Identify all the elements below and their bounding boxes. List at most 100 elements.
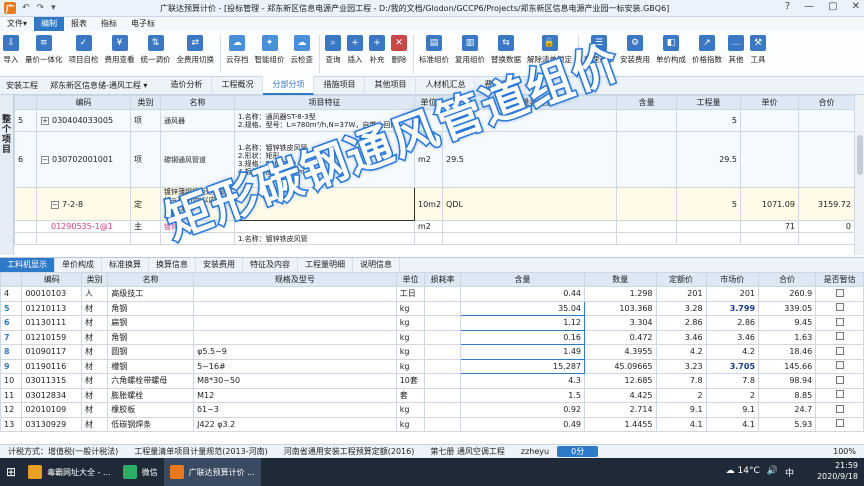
provisional-checkbox[interactable] — [835, 419, 844, 428]
cell-content[interactable]: 4.3 — [460, 373, 585, 389]
cell-market[interactable]: 3.705 — [705, 358, 760, 374]
cell-content[interactable]: 0.92 — [460, 402, 585, 418]
ribbon-button-20[interactable]: ↗ 价格指数 — [692, 35, 722, 65]
taskbar-app-1[interactable]: 微信 — [117, 458, 164, 486]
resource-header-1[interactable]: 编码 — [21, 272, 83, 287]
resource-header-7[interactable]: 含量 — [460, 272, 585, 287]
provisional-checkbox[interactable] — [835, 317, 844, 326]
taskbar-app-0[interactable]: 毒霸网址大全 - ... — [22, 458, 117, 486]
resource-row[interactable]: 11 03012834 材膨胀螺栓 M12 套 1.5 4.425 2 2 8.85 — [0, 387, 864, 403]
resource-row[interactable]: 12 02010109 材橡胶板 δ1~3 kg 0.92 2.714 9.1 9.1 24.7 — [0, 402, 864, 418]
resource-header-10[interactable]: 市场价 — [705, 272, 760, 287]
resource-header-2[interactable]: 类别 — [81, 272, 109, 287]
cell-market[interactable]: 3.799 — [705, 300, 760, 316]
cell-content[interactable]: 0.16 — [460, 329, 585, 345]
cell-market[interactable]: 3.46 — [705, 329, 760, 345]
ribbon-button-7[interactable]: ✦ 智能组价 — [255, 35, 285, 65]
cell-qty[interactable]: 4.425 — [584, 387, 657, 403]
provisional-checkbox[interactable] — [835, 288, 844, 297]
detail-tab-5[interactable]: 特征及内容 — [243, 258, 298, 272]
provisional-checkbox[interactable] — [835, 346, 844, 355]
menu-item-2[interactable]: 报表 — [64, 17, 94, 31]
ribbon-button-21[interactable]: … 其他 — [728, 35, 744, 65]
scrollbar-thumb[interactable] — [857, 135, 863, 175]
table-row[interactable]: 01290535-1@1 主镀锌钢板 m2 71 0 — [14, 220, 854, 233]
help-icon[interactable]: ? — [785, 1, 790, 12]
maximize-button[interactable]: ▢ — [828, 1, 837, 12]
ribbon-button-1[interactable]: ≡ 量价一体化 — [25, 35, 63, 65]
ribbon-button-11[interactable]: + 补充 — [369, 35, 385, 65]
cell-qty[interactable]: 3.304 — [584, 315, 657, 331]
cell-expr[interactable] — [442, 220, 617, 233]
menu-item-0[interactable]: 文件▾ — [0, 17, 34, 31]
menu-item-3[interactable]: 指标 — [94, 17, 124, 31]
ribbon-button-0[interactable]: ⇩ 导入 — [3, 35, 19, 65]
resource-row[interactable]: 6 01130111 材扁钢 kg 1.12 3.304 2.86 2.86 9.45 — [0, 315, 864, 331]
expand-toggle-icon[interactable]: − — [51, 200, 59, 209]
undo-icon[interactable]: ↶ — [22, 3, 30, 13]
cell-content[interactable]: 15.287 — [460, 358, 585, 374]
cell-content[interactable]: 0.44 — [460, 286, 585, 302]
score-badge[interactable]: 0分 — [557, 446, 599, 457]
tab-2[interactable]: 分部分项 — [263, 76, 315, 95]
zoom-level[interactable]: 100% — [825, 447, 864, 456]
detail-tab-1[interactable]: 单价构成 — [55, 258, 102, 272]
cell-qty[interactable]: 4.3955 — [584, 344, 657, 360]
cell-market[interactable]: 4.2 — [705, 344, 760, 360]
top-header-3[interactable]: 名称 — [160, 95, 235, 110]
cell-qty[interactable]: 1.4455 — [584, 416, 657, 432]
cell-market[interactable]: 9.1 — [705, 402, 760, 418]
resource-row[interactable]: 10 03011315 材六角螺栓带螺母 M8*30~50 10套 4.3 12.685 7.… — [0, 373, 864, 389]
ribbon-button-4[interactable]: ⇅ 统一调价 — [141, 35, 171, 65]
cell-content[interactable]: 1.12 — [460, 315, 585, 331]
detail-tab-7[interactable]: 说明信息 — [353, 258, 400, 272]
quick-access-dropdown-icon[interactable]: ▾ — [51, 3, 56, 13]
menu-item-4[interactable]: 电子标 — [124, 17, 162, 31]
resource-row[interactable]: 8 01090117 材圆钢 φ5.5~9 kg 1.49 4.3955 4.2 4.2 18.4… — [0, 344, 864, 360]
cell-content[interactable]: 0.49 — [460, 416, 585, 432]
top-header-1[interactable]: 编码 — [36, 95, 131, 110]
ribbon-button-22[interactable]: ⚒ 工具 — [750, 35, 766, 65]
detail-tab-6[interactable]: 工程量明细 — [298, 258, 353, 272]
resource-header-5[interactable]: 单位 — [395, 272, 426, 287]
cell-market[interactable]: 4.1 — [705, 416, 760, 432]
cell-content[interactable]: 1.5 — [460, 387, 585, 403]
resource-row[interactable]: 13 03130929 材低碳钢焊条 J422 φ3.2 kg 0.49 1.4455 4.1… — [0, 416, 864, 432]
resource-header-0[interactable] — [0, 272, 23, 287]
top-header-9[interactable]: 单价 — [740, 95, 799, 110]
tab-3[interactable]: 措施项目 — [314, 76, 366, 95]
tab-0[interactable]: 造价分析 — [161, 76, 213, 95]
resource-header-4[interactable]: 规格及型号 — [193, 272, 397, 287]
cell-expr[interactable] — [442, 232, 617, 245]
table-row[interactable]: −7-2-8 定镀锌薄钢板矩形风管(δ=1.2mm以内咬口)长边长≤1000mm 1… — [14, 187, 854, 221]
ribbon-button-13[interactable]: ▤ 标准组价 — [419, 35, 449, 65]
cell-qty[interactable]: 0.472 — [584, 329, 657, 345]
ribbon-button-18[interactable]: ⚙ 安装费用 — [620, 35, 650, 65]
close-button[interactable]: ✕ — [852, 1, 860, 12]
detail-tab-0[interactable]: 工料机显示 — [0, 258, 55, 272]
ribbon-button-6[interactable]: ☁ 云存档 — [226, 35, 249, 65]
cell-expr[interactable]: QDL — [442, 187, 617, 221]
start-button[interactable]: ⊞ — [0, 458, 22, 486]
ribbon-button-3[interactable]: ¥ 费用查看 — [105, 35, 135, 65]
ribbon-button-10[interactable]: + 插入 — [347, 35, 363, 65]
detail-tab-2[interactable]: 标准换算 — [102, 258, 149, 272]
top-header-7[interactable]: 含量 — [616, 95, 677, 110]
resource-row[interactable]: 4 00010103 人高级技工 工日 0.44 1.298 201 201 260.9 — [0, 286, 864, 302]
ribbon-button-19[interactable]: ◧ 单价构成 — [656, 35, 686, 65]
ribbon-button-14[interactable]: ▥ 复用组价 — [455, 35, 485, 65]
cell-content[interactable]: 35.04 — [460, 300, 585, 316]
table-row[interactable]: 1.名称：镀锌铁皮风管 — [14, 232, 854, 245]
cell-feature[interactable]: 1.名称：镀锌铁皮风管 — [234, 232, 415, 245]
minimize-button[interactable]: — — [804, 1, 814, 12]
resource-header-8[interactable]: 数量 — [584, 272, 657, 287]
cell-qty[interactable]: 2.714 — [584, 402, 657, 418]
project-tree-sidebar[interactable]: 整个项目 — [0, 95, 14, 255]
ribbon-button-5[interactable]: ⇄ 全费用切换 — [177, 35, 214, 65]
resource-header-12[interactable]: 是否暂估 — [815, 272, 864, 287]
expand-toggle-icon[interactable]: + — [41, 117, 49, 125]
top-header-8[interactable]: 工程量 — [676, 95, 741, 110]
detail-tab-4[interactable]: 安装费用 — [196, 258, 243, 272]
cell-qty[interactable]: 12.685 — [584, 373, 657, 389]
redo-icon[interactable]: ↷ — [37, 3, 45, 13]
